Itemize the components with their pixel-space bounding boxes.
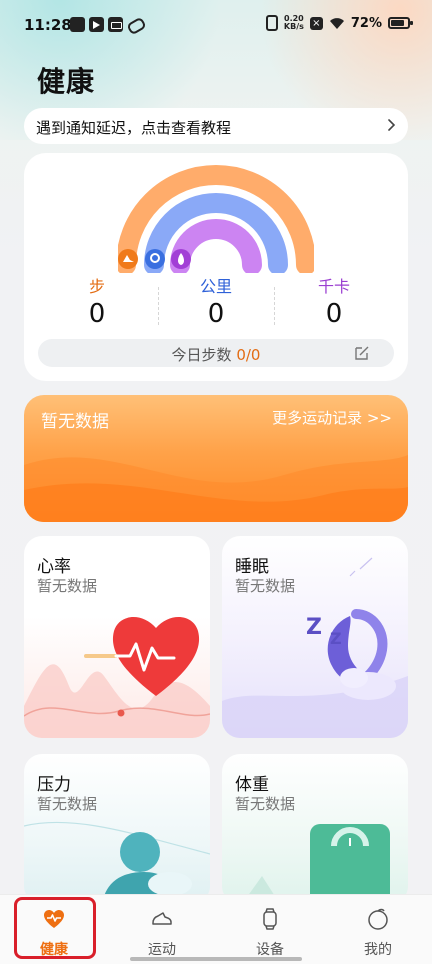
tab-me[interactable]: 我的 [324,895,432,964]
scale-icon [310,824,390,904]
today-steps-label: 今日步数 [171,346,232,364]
chevron-right-icon [388,119,396,131]
person-head [120,832,160,872]
app-notification-icon [70,17,85,32]
home-indicator[interactable] [130,957,302,961]
system-icons: 0.20 KB/s × 72% [265,15,413,31]
steps-value: 0 [88,299,106,329]
status-time: 11:28 [24,16,72,34]
calories-metric: 千卡 0 [279,273,389,329]
sneaker-icon [152,912,172,925]
distance-metric: 公里 0 [161,273,271,329]
divider [274,287,275,325]
sport-records-card[interactable]: 暂无数据 更多运动记录 >> [24,395,408,522]
today-steps-value: 0/0 [236,346,261,364]
distance-value: 0 [207,299,225,329]
stress-card[interactable]: 压力 暂无数据 [24,754,210,904]
edit-icon[interactable] [354,345,370,361]
mail-app-icon [108,17,123,32]
tab-label: 设备 [256,942,284,958]
status-bar: 11:28 0.20 KB/s × 72% [0,0,432,50]
wifi-icon [329,18,344,29]
distance-icon [145,249,165,269]
weight-card[interactable]: 体重 暂无数据 [222,754,408,904]
card-subtitle: 暂无数据 [235,795,296,813]
today-steps-bar[interactable]: 今日步数 0/0 [38,339,394,367]
watch-icon [263,908,277,930]
card-title: 心率 [37,557,71,577]
today-steps: 今日步数 0/0 [38,344,394,365]
calories-label: 千卡 [317,277,350,296]
svg-text:Z: Z [330,629,342,648]
tab-exercise[interactable]: 运动 [108,895,216,964]
card-subtitle: 暂无数据 [235,577,296,595]
sleep-card[interactable]: Z Z 睡眠 暂无数据 [222,536,408,738]
distance-label: 公里 [199,277,232,296]
calories-value: 0 [325,299,343,329]
steps-label: 步 [88,277,105,296]
card-title: 体重 [235,775,269,795]
heart-rate-card[interactable]: 心率 暂无数据 [24,536,210,738]
video-app-icon [89,17,104,32]
activity-rings [118,165,314,273]
network-speed-unit: KB/s [283,22,304,31]
card-title: 睡眠 [235,557,269,577]
bottom-navigation: 健康 运动 设备 我的 [0,894,432,964]
activity-summary-card[interactable]: 步 0 公里 0 千卡 0 今日步数 0/0 [24,153,408,381]
profile-icon [368,908,388,930]
card-title: 压力 [37,775,71,795]
card-subtitle: 暂无数据 [37,577,98,595]
no-data-text: 暂无数据 [41,412,109,432]
link-app-icon [127,17,142,32]
network-speed: 0.20 KB/s [284,15,304,31]
notification-delay-banner[interactable]: 遇到通知延迟，点击查看教程 [24,108,408,144]
vibrate-icon [265,15,278,31]
steps-metric: 步 0 [42,273,152,329]
active-tab-highlight [14,897,96,959]
banner-text: 遇到通知延迟，点击查看教程 [36,119,232,137]
page-title: 健康 [37,65,96,98]
battery-percent: 72% [350,15,382,31]
card-subtitle: 暂无数据 [37,795,98,813]
more-records-link[interactable]: 更多运动记录 >> [272,407,392,428]
tab-label: 我的 [364,942,392,958]
svg-text:Z: Z [306,615,322,640]
battery-icon [388,17,413,29]
tab-label: 运动 [148,942,176,958]
notification-icons [70,17,142,32]
tab-devices[interactable]: 设备 [216,895,324,964]
divider [158,287,159,325]
no-sim-icon: × [309,16,323,30]
